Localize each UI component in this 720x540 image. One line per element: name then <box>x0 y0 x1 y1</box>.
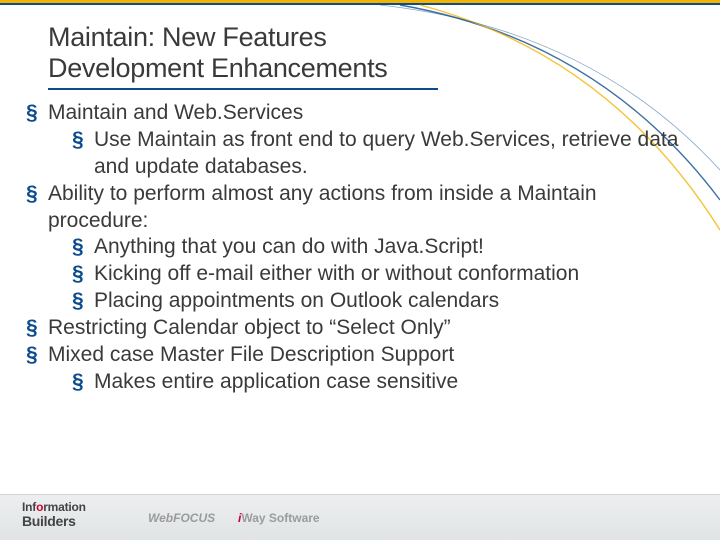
bullet-text: Anything that you can do with Java.Scrip… <box>94 235 484 258</box>
list-item: Anything that you can do with Java.Scrip… <box>72 234 690 261</box>
bullet-text: Ability to perform almost any actions fr… <box>48 182 597 232</box>
logo-iway-software: iWay Software <box>238 511 320 525</box>
logo-information-builders: Information Builders <box>22 501 86 528</box>
list-item: Restricting Calendar object to “Select O… <box>26 315 690 342</box>
slide: Maintain: New Features Development Enhan… <box>0 0 720 540</box>
slide-title: Maintain: New Features Development Enhan… <box>48 22 388 84</box>
title-line1: Maintain: New Features <box>48 22 327 52</box>
list-item: Makes entire application case sensitive <box>72 369 690 396</box>
list-item: Maintain and Web.Services Use Maintain a… <box>26 100 690 181</box>
logo-ib-line1: Information <box>22 501 86 514</box>
list-item: Use Maintain as front end to query Web.S… <box>72 127 690 181</box>
content-area: Maintain and Web.Services Use Maintain a… <box>26 100 690 396</box>
list-item: Ability to perform almost any actions fr… <box>26 181 690 315</box>
bullet-text: Use Maintain as front end to query Web.S… <box>94 128 678 178</box>
bullet-text: Mixed case Master File Description Suppo… <box>48 343 454 366</box>
bullet-text: Makes entire application case sensitive <box>94 370 458 393</box>
bullet-text: Placing appointments on Outlook calendar… <box>94 289 499 312</box>
list-item: Placing appointments on Outlook calendar… <box>72 288 690 315</box>
bullet-text: Restricting Calendar object to “Select O… <box>48 316 451 339</box>
title-underline <box>48 88 438 90</box>
logo-webfocus: WebFOCUS <box>148 511 215 525</box>
footer: Information Builders WebFOCUS iWay Softw… <box>0 494 720 540</box>
top-line-blue <box>0 3 720 5</box>
list-item: Mixed case Master File Description Suppo… <box>26 342 690 396</box>
bullet-text: Maintain and Web.Services <box>48 101 303 124</box>
bullet-text: Kicking off e-mail either with or withou… <box>94 262 579 285</box>
logo-ib-line2: Builders <box>22 514 86 529</box>
title-line2: Development Enhancements <box>48 53 388 83</box>
list-item: Kicking off e-mail either with or withou… <box>72 261 690 288</box>
bullet-list: Maintain and Web.Services Use Maintain a… <box>26 100 690 396</box>
